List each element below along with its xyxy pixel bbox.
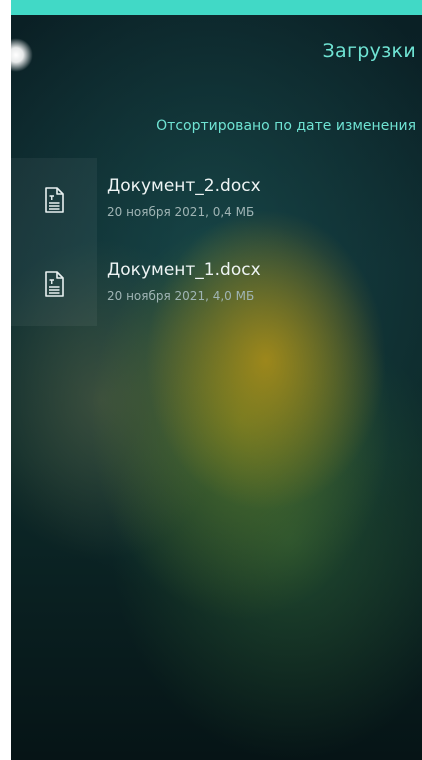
status-bar-accent bbox=[11, 0, 422, 15]
file-list: Документ_2.docx 20 ноября 2021, 0,4 МБ Д… bbox=[11, 158, 422, 326]
document-icon bbox=[45, 187, 64, 213]
document-icon bbox=[45, 271, 64, 297]
file-name: Документ_1.docx bbox=[107, 260, 261, 280]
sort-order-label: Отсортировано по дате изменения bbox=[156, 118, 416, 134]
file-icon-container bbox=[11, 242, 97, 326]
file-item[interactable]: Документ_1.docx 20 ноября 2021, 4,0 МБ bbox=[11, 242, 422, 326]
file-name: Документ_2.docx bbox=[107, 176, 261, 196]
file-icon-container bbox=[11, 158, 97, 242]
downloads-screen: Загрузки Отсортировано по дате изменения… bbox=[11, 0, 422, 760]
file-item[interactable]: Документ_2.docx 20 ноября 2021, 0,4 МБ bbox=[11, 158, 422, 242]
file-meta: 20 ноября 2021, 0,4 МБ bbox=[107, 205, 255, 219]
pulley-menu-indicator[interactable] bbox=[11, 38, 33, 72]
file-meta: 20 ноября 2021, 4,0 МБ bbox=[107, 289, 255, 303]
page-title: Загрузки bbox=[322, 40, 416, 62]
